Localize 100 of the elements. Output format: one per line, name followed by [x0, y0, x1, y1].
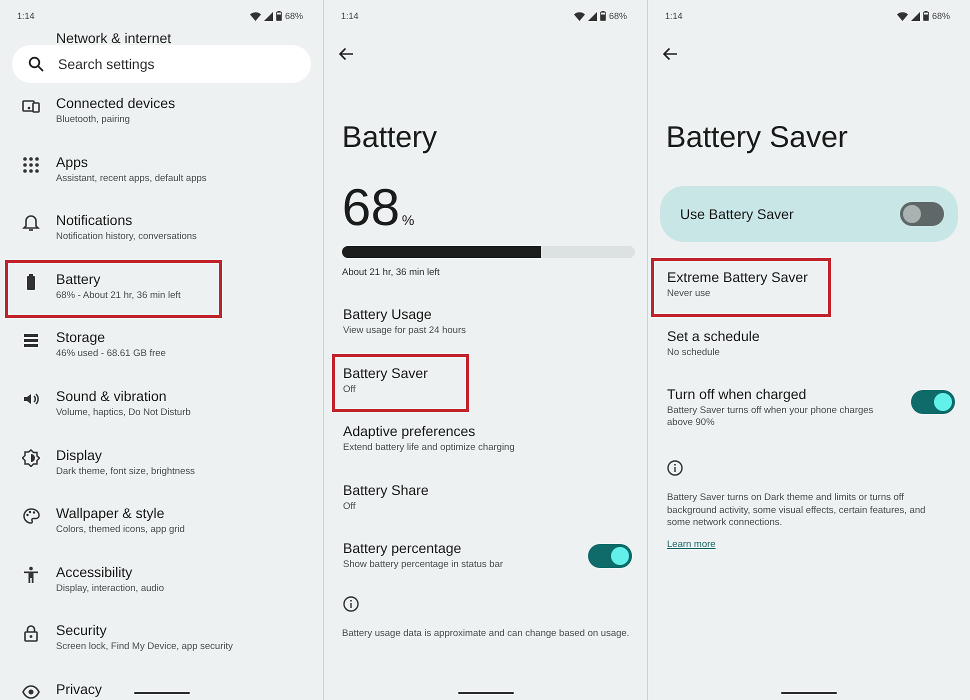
item-title: Apps [56, 154, 88, 170]
item-subtitle: Battery Saver turns off when your phone charges above 90% [667, 405, 874, 430]
item-subtitle: Volume, haptics, Do Not Disturb [56, 406, 191, 419]
signal-icon [264, 12, 273, 20]
item-title: Accessibility [56, 564, 132, 580]
switch-label: Use Battery Saver [680, 206, 794, 222]
item-subtitle: Off [343, 500, 356, 513]
item-title: Sound & vibration [56, 388, 167, 404]
settings-item[interactable]: Battery Saver Off [332, 354, 469, 412]
item-title: Battery [56, 270, 100, 287]
item-title: Storage [56, 329, 106, 346]
accessibility-icon [22, 566, 40, 584]
battery-icon [276, 11, 282, 21]
settings-item[interactable]: Connected devices Bluetooth, pairing [5, 84, 323, 143]
eye-icon [22, 682, 40, 700]
status-time: 1:14 [17, 11, 35, 21]
settings-item[interactable]: Accessibility Display, interaction, audio [5, 552, 323, 612]
toggle-switch[interactable] [588, 544, 632, 568]
battery-percentage: 68% [284, 11, 303, 21]
toggle-switch[interactable] [900, 202, 944, 226]
item-title: Set a schedule [667, 328, 760, 344]
settings-item[interactable]: Battery percentage Show battery percentage in status bar [332, 529, 647, 588]
search-field[interactable]: Search settings [12, 45, 311, 83]
item-title: Security [56, 622, 107, 638]
main-switch-card[interactable]: Use Battery Saver [660, 186, 958, 242]
brightness-icon [22, 448, 40, 467]
item-title: Battery Usage [343, 306, 432, 322]
back-arrow-icon[interactable] [662, 46, 678, 62]
back-arrow-icon[interactable] [338, 46, 354, 62]
item-subtitle: 46% used - 68.61 GB free [56, 348, 166, 360]
item-subtitle: No schedule [667, 346, 720, 359]
settings-item[interactable]: Apps Assistant, recent apps, default apps [5, 142, 323, 202]
item-title: Privacy [56, 680, 102, 697]
signal-icon [588, 12, 597, 20]
settings-item[interactable]: Security Screen lock, Find My Device, app security [5, 611, 323, 670]
item-title: Battery Saver [343, 364, 428, 381]
item-title: Adaptive preferences [343, 423, 476, 440]
settings-item[interactable]: Storage 46% used - 68.61 GB free [5, 318, 323, 377]
item-subtitle: Bluetooth, pairing [56, 114, 130, 126]
wifi-icon [250, 12, 261, 20]
item-subtitle: Notification history, conversations [56, 231, 197, 244]
page-title: Battery [342, 120, 438, 156]
settings-item[interactable]: Battery Usage View usage for past 24 hours [332, 295, 647, 354]
item-subtitle: Assistant, recent apps, default apps [56, 172, 207, 185]
lock-icon [22, 624, 40, 642]
palette-icon [22, 507, 40, 526]
info-icon [667, 460, 683, 476]
learn-more-link[interactable]: Learn more [667, 538, 716, 550]
settings-item[interactable]: Extreme Battery Saver Never use [651, 258, 831, 317]
settings-item[interactable]: Privacy [5, 670, 323, 700]
grid-icon [22, 156, 40, 174]
info-icon [343, 596, 359, 612]
settings-item[interactable]: Wallpaper & style Colors, themed icons, app grid [5, 494, 323, 553]
item-subtitle: Off [343, 384, 356, 396]
settings-item[interactable]: Turn off when charged Battery Saver turns off when your phone charges above 90% [651, 375, 970, 438]
item-subtitle: Display, interaction, audio [56, 582, 164, 595]
battery-percent: 68 [342, 180, 400, 236]
settings-item[interactable]: Display Dark theme, font size, brightness [5, 436, 323, 494]
settings-item[interactable]: Adaptive preferences Extend battery life and optimize charging [332, 412, 647, 471]
item-subtitle: Screen lock, Find My Device, app security [56, 641, 233, 654]
settings-item[interactable]: Battery Share Off [332, 470, 647, 530]
item-subtitle: Show battery percentage in status bar [343, 559, 504, 572]
item-subtitle: Colors, themed icons, app grid [56, 524, 185, 536]
devices-icon [22, 97, 40, 115]
battery-percentage: 68% [608, 11, 627, 21]
item-title: Extreme Battery Saver [667, 269, 808, 285]
percent-sign: % [402, 212, 414, 228]
item-title: Notifications [56, 212, 132, 228]
wifi-icon [896, 12, 908, 20]
item-title: Battery Share [343, 482, 429, 498]
settings-item[interactable]: Notifications Notification history, conversations [5, 201, 323, 260]
item-title: Turn off when charged [667, 386, 806, 402]
status-time: 1:14 [665, 11, 683, 21]
battery-percentage: 68% [932, 11, 950, 21]
item-title: Connected devices [56, 95, 176, 111]
item-title: Display [56, 446, 102, 463]
settings-item[interactable]: Set a schedule No schedule [651, 316, 970, 376]
footer-text: Battery usage data is approximate and can change based on usage. [342, 628, 630, 640]
bell-icon [22, 214, 40, 232]
item-subtitle: Never use [667, 288, 710, 300]
toggle-switch[interactable] [911, 390, 955, 414]
time-remaining: About 21 hr, 36 min left [342, 266, 441, 280]
search-icon [28, 56, 44, 72]
page-title: Battery Saver [666, 120, 849, 156]
storage-icon [22, 331, 40, 350]
wifi-icon [574, 12, 585, 20]
battery-icon [600, 11, 606, 21]
status-time: 1:14 [341, 11, 359, 21]
item-subtitle: View usage for past 24 hours [343, 325, 466, 337]
settings-item[interactable]: Sound & vibration Volume, haptics, Do Not Disturb [5, 376, 323, 436]
item-subtitle: Dark theme, font size, brightness [56, 466, 195, 478]
description-text: Battery Saver turns on Dark theme and limits or turns off background activity, some visual effects, certain features, and some network connections. [667, 492, 926, 530]
signal-icon [910, 12, 920, 20]
battery-icon [922, 11, 929, 21]
item-title: Network & internet [56, 30, 172, 46]
item-subtitle: 68% - About 21 hr, 36 min left [56, 290, 181, 302]
item-subtitle: Extend battery life and optimize charging [343, 442, 515, 454]
item-title: Wallpaper & style [56, 505, 164, 522]
settings-item[interactable]: Battery 68% - About 21 hr, 36 min left [5, 260, 222, 318]
item-title: Battery percentage [343, 540, 462, 556]
